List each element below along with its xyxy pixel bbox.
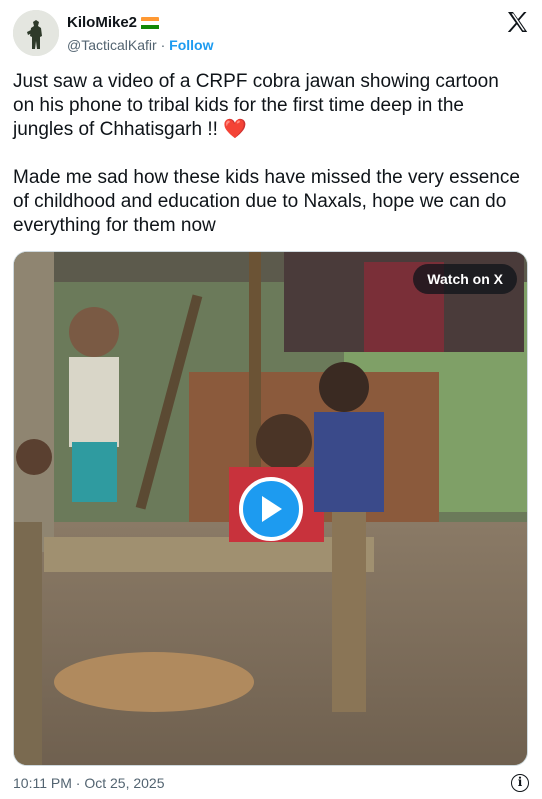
play-icon [262, 496, 282, 522]
author-display-name[interactable]: KiloMike2 [67, 13, 137, 33]
follow-button[interactable]: Follow [169, 37, 213, 53]
info-icon[interactable]: i [511, 774, 529, 792]
author-handle-row: @TacticalKafir · Follow [67, 35, 213, 55]
play-button[interactable] [239, 477, 303, 541]
watch-on-x-button[interactable]: Watch on X [413, 264, 517, 294]
timestamp-link[interactable]: 10:11 PM · Oct 25, 2025 [13, 775, 165, 791]
tweet-text: Just saw a video of a CRPF cobra jawan s… [13, 70, 523, 238]
separator-dot: · [160, 37, 166, 53]
avatar[interactable] [13, 10, 59, 56]
heart-emoji: ❤️ [223, 119, 247, 140]
author-display-name-row[interactable]: KiloMike2 [67, 13, 213, 33]
tweet-header: KiloMike2 @TacticalKafir · Follow [13, 10, 529, 58]
tweet-paragraph-2: Made me sad how these kids have missed t… [13, 167, 526, 236]
india-flag-icon [141, 16, 160, 30]
tweet-footer: 10:11 PM · Oct 25, 2025 i [13, 774, 529, 795]
tweet-paragraph-1: Just saw a video of a CRPF cobra jawan s… [13, 71, 505, 140]
author-handle[interactable]: @TacticalKafir [67, 37, 157, 53]
x-logo-icon[interactable] [505, 10, 529, 34]
video-media[interactable]: Watch on X [13, 251, 528, 766]
author-names: KiloMike2 @TacticalKafir · Follow [67, 13, 213, 55]
